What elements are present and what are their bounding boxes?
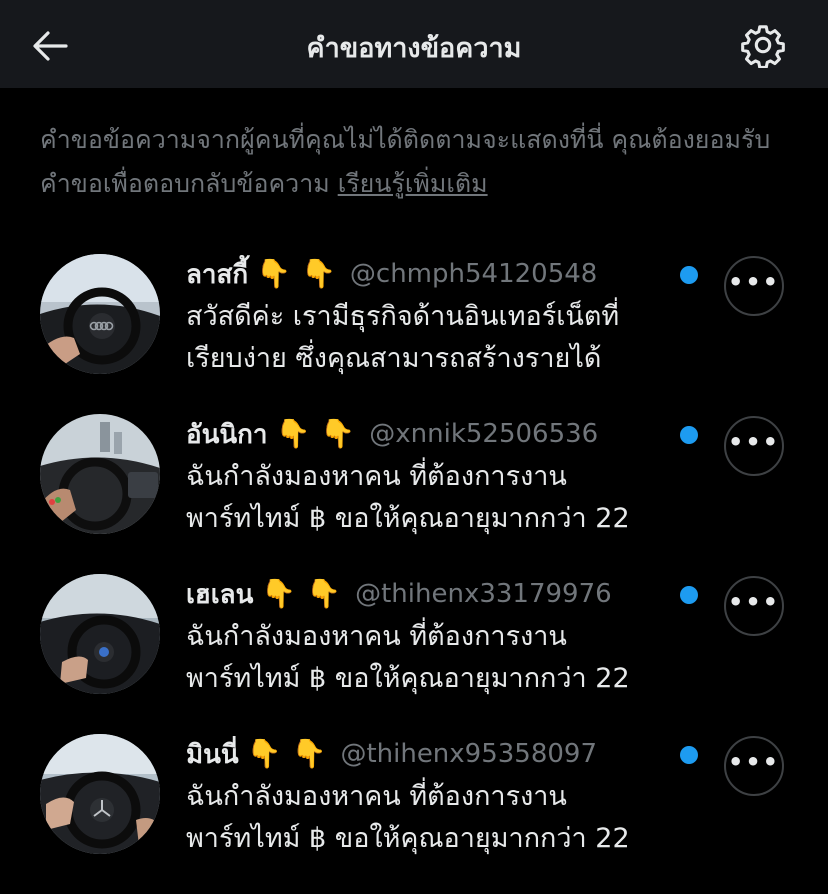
preview-line: สวัสดีค่ะ เรามีธุรกิจด้านอินเทอร์เน็ตที่	[186, 301, 620, 332]
more-options-button[interactable]: •••	[724, 576, 784, 636]
more-icon: •••	[727, 268, 781, 296]
sender-name: อันนิกา	[186, 419, 268, 450]
more-options-button[interactable]: •••	[724, 416, 784, 476]
sender-line: เฮเลน 👇 👇 @thihenx33179976	[186, 574, 686, 614]
message-preview: ฉันกำลังมองหาคน ที่ต้องการงาน พาร์ทไทม์ …	[186, 776, 696, 860]
sender-name: มินนี่	[186, 739, 239, 770]
gear-icon[interactable]	[740, 22, 786, 69]
avatar[interactable]	[40, 734, 160, 854]
pointing-down-emoji: 👇	[261, 577, 297, 610]
sender-line: ลาสกี้ 👇 👇 @chmph54120548	[186, 254, 686, 294]
preview-line: พาร์ทไทม์ ฿ ขอให้คุณอายุมากกว่า 22	[186, 503, 630, 534]
sender-handle: @xnnik52506536	[369, 419, 599, 449]
unread-dot	[680, 746, 698, 764]
message-request-row[interactable]: ลาสกี้ 👇 👇 @chmph54120548 ••• สวัสดีค่ะ …	[0, 254, 828, 414]
more-icon: •••	[727, 748, 781, 776]
pointing-down-emoji: 👇	[291, 737, 327, 770]
pointing-down-emoji: 👇	[246, 737, 282, 770]
avatar[interactable]	[40, 254, 160, 374]
avatar[interactable]	[40, 574, 160, 694]
sender-line: อันนิกา 👇 👇 @xnnik52506536	[186, 414, 686, 454]
preview-line: ฉันกำลังมองหาคน ที่ต้องการงาน	[186, 781, 567, 812]
preview-line: พาร์ทไทม์ ฿ ขอให้คุณอายุมากกว่า 22	[186, 663, 630, 694]
preview-line: พาร์ทไทม์ ฿ ขอให้คุณอายุมากกว่า 22	[186, 823, 630, 854]
more-icon: •••	[727, 428, 781, 456]
sender-name: เฮเลน	[186, 579, 254, 610]
sender-handle: @thihenx95358097	[340, 739, 598, 769]
preview-line: ฉันกำลังมองหาคน ที่ต้องการงาน	[186, 621, 567, 652]
unread-dot	[680, 266, 698, 284]
message-preview: ฉันกำลังมองหาคน ที่ต้องการงาน พาร์ทไทม์ …	[186, 456, 696, 540]
message-request-row[interactable]: เฮเลน 👇 👇 @thihenx33179976 ••• ฉันกำลังม…	[0, 574, 828, 734]
sender-line: มินนี่ 👇 👇 @thihenx95358097	[186, 734, 686, 774]
avatar[interactable]	[40, 414, 160, 534]
pointing-down-emoji: 👇	[256, 257, 292, 290]
preview-line: ฉันกำลังมองหาคน ที่ต้องการงาน	[186, 461, 567, 492]
message-preview: สวัสดีค่ะ เรามีธุรกิจด้านอินเทอร์เน็ตที่…	[186, 296, 696, 380]
pointing-down-emoji: 👇	[320, 417, 356, 450]
more-options-button[interactable]: •••	[724, 256, 784, 316]
message-request-row[interactable]: อันนิกา 👇 👇 @xnnik52506536 ••• ฉันกำลังม…	[0, 414, 828, 574]
unread-dot	[680, 586, 698, 604]
pointing-down-emoji: 👇	[275, 417, 311, 450]
message-request-row[interactable]: มินนี่ 👇 👇 @thihenx95358097 ••• ฉันกำลัง…	[0, 734, 828, 894]
preview-line: เรียบง่าย ซึ่งคุณสามารถสร้างรายได้	[186, 343, 602, 374]
message-preview: ฉันกำลังมองหาคน ที่ต้องการงาน พาร์ทไทม์ …	[186, 616, 696, 700]
top-bar: คำขอทางข้อความ	[0, 0, 828, 88]
sender-name: ลาสกี้	[186, 259, 249, 290]
more-icon: •••	[727, 588, 781, 616]
more-options-button[interactable]: •••	[724, 736, 784, 796]
unread-dot	[680, 426, 698, 444]
sender-handle: @chmph54120548	[349, 259, 598, 289]
pointing-down-emoji: 👇	[301, 257, 336, 290]
page-title: คำขอทางข้อความ	[306, 33, 522, 64]
pointing-down-emoji: 👇	[306, 577, 342, 610]
info-text: คำขอข้อความจากผู้คนที่คุณไม่ได้ติดตามจะแ…	[40, 118, 790, 206]
learn-more-link[interactable]: เรียนรู้เพิ่มเติม	[338, 169, 488, 198]
sender-handle: @thihenx33179976	[355, 579, 612, 609]
